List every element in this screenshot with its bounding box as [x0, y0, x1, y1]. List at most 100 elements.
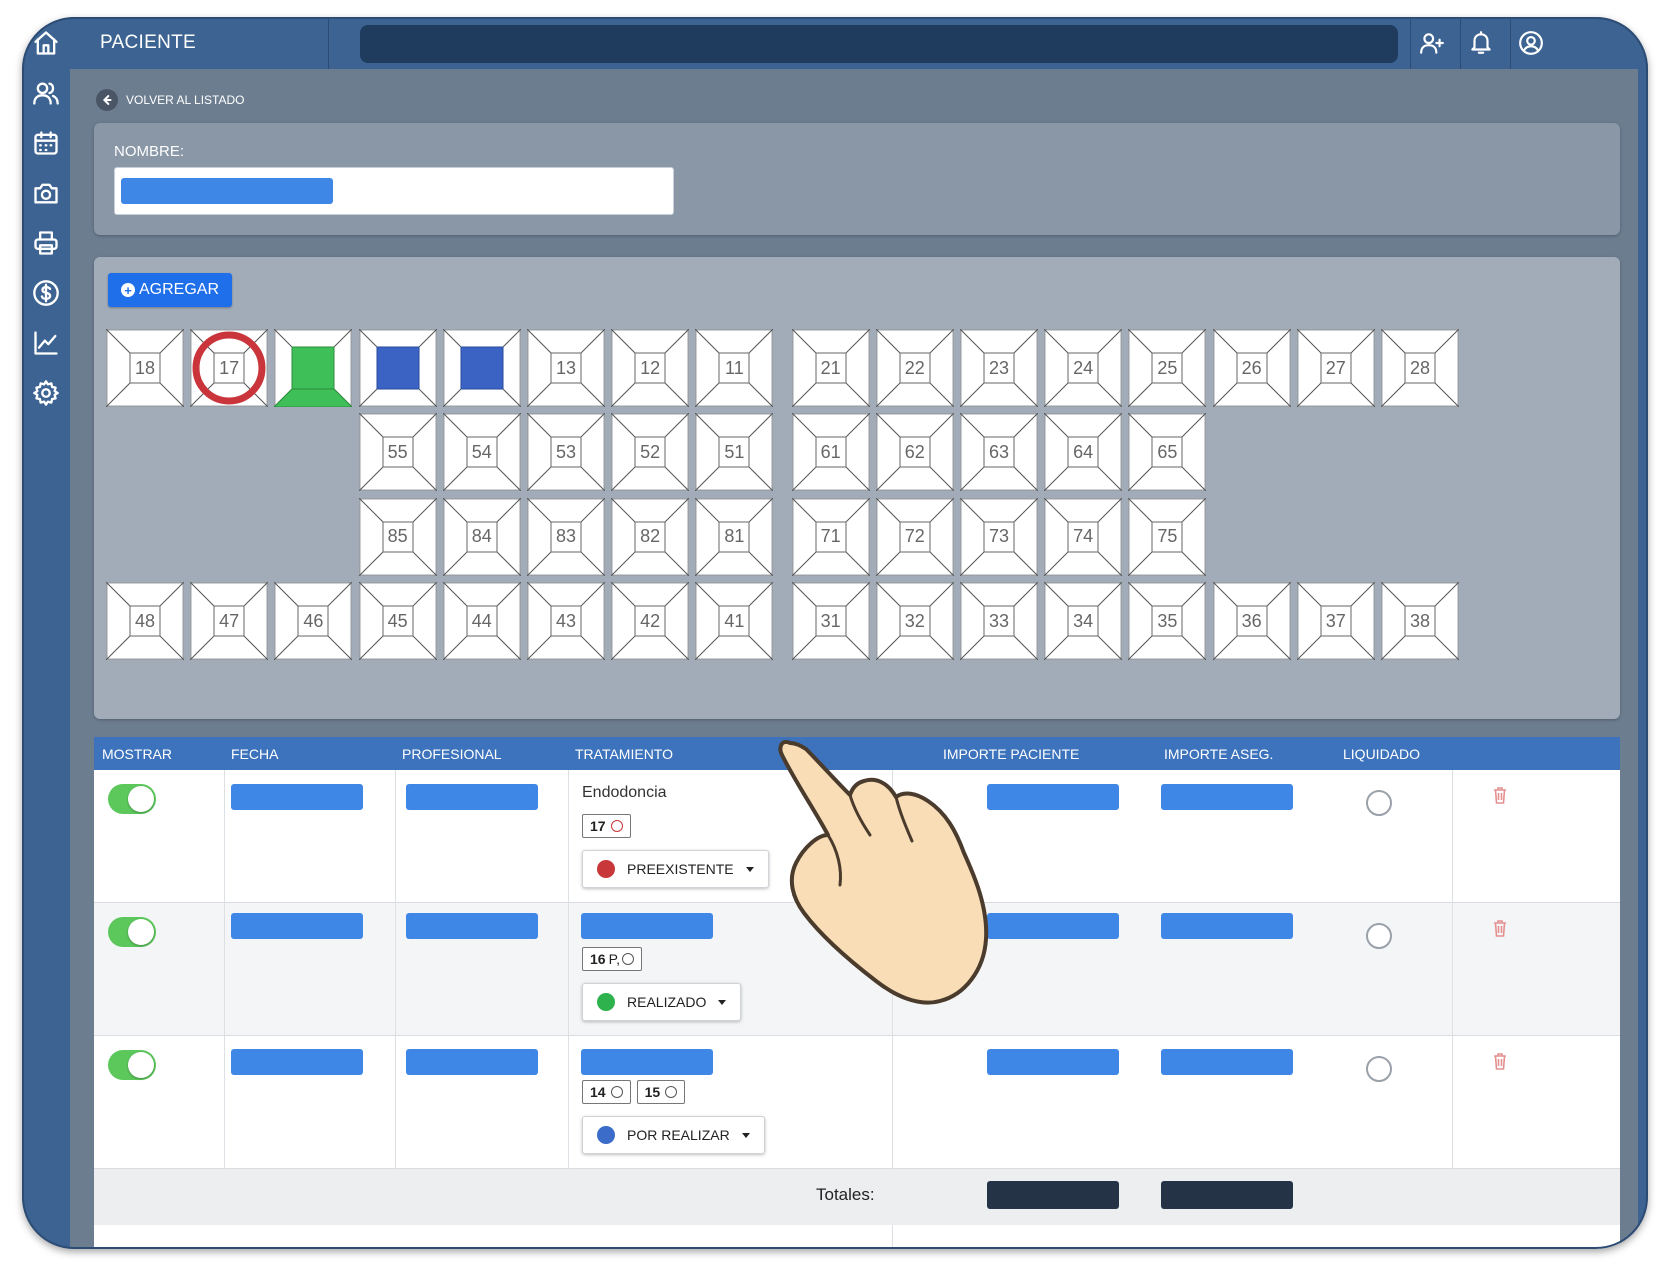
- tooth-71[interactable]: 71: [791, 497, 870, 576]
- col-profesional: PROFESIONAL: [402, 746, 502, 762]
- printer-icon[interactable]: [30, 227, 62, 259]
- tooth-45[interactable]: 45: [358, 582, 437, 661]
- calendar-icon[interactable]: [30, 127, 62, 159]
- settled-radio[interactable]: [1366, 790, 1392, 816]
- tooth-27[interactable]: 27: [1296, 329, 1375, 407]
- tooth-13[interactable]: 13: [527, 329, 605, 407]
- back-link[interactable]: VOLVER AL LISTADO: [96, 89, 245, 111]
- settled-radio[interactable]: [1366, 1056, 1392, 1082]
- tooth-number: 47: [219, 610, 240, 631]
- tooth-21[interactable]: 21: [791, 329, 870, 407]
- tooth-35[interactable]: 35: [1128, 582, 1207, 661]
- tablet-frame: PACIENTE VOLVER AL LISTADO NOMBRE: + AGR…: [22, 17, 1648, 1249]
- tooth-52[interactable]: 52: [611, 413, 690, 492]
- tooth-54[interactable]: 54: [442, 413, 521, 492]
- tooth-22[interactable]: 22: [875, 329, 954, 407]
- tooth-16[interactable]: [274, 329, 353, 407]
- status-dropdown[interactable]: PREEXISTENTE: [582, 850, 769, 888]
- tooth-18[interactable]: 18: [106, 329, 184, 407]
- tooth-44[interactable]: 44: [442, 582, 521, 661]
- patient-panel: NOMBRE:: [94, 123, 1620, 235]
- tooth-chip: 17: [582, 814, 631, 838]
- tooth-number: 62: [904, 441, 925, 462]
- tooth-64[interactable]: 64: [1044, 413, 1123, 492]
- tooth-11[interactable]: 11: [695, 329, 774, 407]
- gear-icon[interactable]: [30, 377, 62, 409]
- camera-icon[interactable]: [30, 177, 62, 209]
- tooth-84[interactable]: 84: [442, 497, 521, 576]
- status-dropdown[interactable]: REALIZADO: [582, 983, 742, 1021]
- tooth-number: 85: [387, 526, 408, 547]
- tooth-number: 36: [1241, 610, 1262, 631]
- status-dropdown[interactable]: POR REALIZAR: [582, 1116, 765, 1154]
- trash-icon[interactable]: [1492, 919, 1508, 937]
- tooth-chip: 15: [636, 1080, 686, 1104]
- tooth-17[interactable]: 17: [190, 329, 269, 407]
- tooth-number: 33: [988, 610, 1010, 631]
- tooth-83[interactable]: 83: [527, 497, 605, 576]
- dollar-icon[interactable]: [30, 277, 62, 309]
- tooth-75[interactable]: 75: [1128, 497, 1207, 576]
- tooth-31[interactable]: 31: [791, 582, 870, 661]
- tooth-number: 83: [555, 526, 577, 547]
- bell-icon[interactable]: [1466, 28, 1496, 58]
- settled-radio[interactable]: [1366, 923, 1392, 949]
- tooth-85[interactable]: 85: [358, 497, 437, 576]
- tooth-51[interactable]: 51: [695, 413, 774, 492]
- tooth-62[interactable]: 62: [875, 413, 954, 492]
- tooth-25[interactable]: 25: [1128, 329, 1207, 407]
- tooth-38[interactable]: 38: [1381, 582, 1459, 661]
- tooth-chips: 14 15: [582, 1080, 691, 1104]
- insurer-amount-redacted: [1161, 913, 1293, 939]
- tooth-33[interactable]: 33: [960, 582, 1038, 661]
- tooth-number: 25: [1157, 357, 1178, 378]
- date-redacted: [231, 1049, 363, 1075]
- tooth-55[interactable]: 55: [358, 413, 437, 492]
- tooth-number: 28: [1409, 357, 1431, 378]
- tooth-41[interactable]: 41: [695, 582, 774, 661]
- users-icon[interactable]: [30, 77, 62, 109]
- tooth-34[interactable]: 34: [1044, 582, 1123, 661]
- trash-icon[interactable]: [1492, 1052, 1508, 1070]
- show-toggle[interactable]: [108, 784, 156, 814]
- tooth-24[interactable]: 24: [1044, 329, 1123, 407]
- tooth-53[interactable]: 53: [527, 413, 605, 492]
- col-mostrar: MOSTRAR: [102, 746, 172, 762]
- show-toggle[interactable]: [108, 1050, 156, 1080]
- trash-icon[interactable]: [1492, 786, 1508, 804]
- tooth-26[interactable]: 26: [1212, 329, 1291, 407]
- tooth-72[interactable]: 72: [875, 497, 954, 576]
- search-input[interactable]: [360, 25, 1398, 63]
- tooth-28[interactable]: 28: [1381, 329, 1459, 407]
- tooth-65[interactable]: 65: [1128, 413, 1207, 492]
- tooth-61[interactable]: 61: [791, 413, 870, 492]
- tooth-43[interactable]: 43: [527, 582, 605, 661]
- tooth-81[interactable]: 81: [695, 497, 774, 576]
- show-toggle[interactable]: [108, 917, 156, 947]
- tooth-36[interactable]: 36: [1212, 582, 1291, 661]
- tooth-46[interactable]: 46: [274, 582, 353, 661]
- add-user-icon[interactable]: [1417, 28, 1447, 58]
- divider: [224, 770, 225, 1193]
- home-icon[interactable]: [30, 27, 62, 59]
- tooth-number: 81: [724, 526, 745, 547]
- tooth-12[interactable]: 12: [611, 329, 690, 407]
- chart-icon[interactable]: [30, 327, 62, 359]
- tooth-48[interactable]: 48: [106, 582, 184, 661]
- tooth-23[interactable]: 23: [960, 329, 1038, 407]
- add-button[interactable]: + AGREGAR: [108, 273, 232, 307]
- tooth-47[interactable]: 47: [190, 582, 269, 661]
- tooth-15[interactable]: [358, 329, 437, 407]
- tooth-32[interactable]: 32: [875, 582, 954, 661]
- account-icon[interactable]: [1516, 28, 1546, 58]
- name-field[interactable]: [114, 167, 674, 215]
- treatment-redacted: [581, 1049, 713, 1075]
- tooth-42[interactable]: 42: [611, 582, 690, 661]
- tooth-37[interactable]: 37: [1296, 582, 1375, 661]
- tooth-number: 82: [640, 526, 661, 547]
- tooth-63[interactable]: 63: [960, 413, 1038, 492]
- tooth-74[interactable]: 74: [1044, 497, 1123, 576]
- tooth-82[interactable]: 82: [611, 497, 690, 576]
- tooth-73[interactable]: 73: [960, 497, 1038, 576]
- tooth-14[interactable]: [442, 329, 521, 407]
